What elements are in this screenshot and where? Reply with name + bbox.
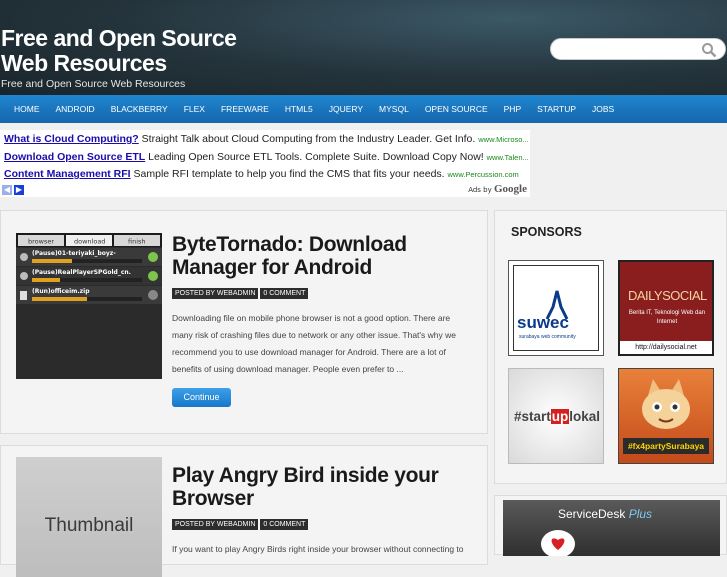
sponsor-fx4party[interactable]: #fx4partySurabaya bbox=[618, 368, 714, 464]
ad-title-link[interactable]: Download Open Source ETL bbox=[4, 151, 145, 163]
servicedesk-plus: Plus bbox=[628, 507, 653, 521]
sponsor-suwec[interactable]: suwec surabaya web community bbox=[508, 260, 604, 356]
thumb-tab: download bbox=[74, 238, 105, 246]
post-comments[interactable]: 0 COMMENT bbox=[260, 288, 309, 299]
nav-item-flex[interactable]: FLEX bbox=[176, 95, 213, 123]
post-excerpt: Downloading file on mobile phone browser… bbox=[172, 313, 456, 374]
startuplokal-part: lokal bbox=[569, 409, 601, 424]
search-input[interactable] bbox=[559, 41, 703, 59]
ad-text: Leading Open Source ETL Tools. Complete … bbox=[148, 151, 484, 163]
ad-next-arrow-icon[interactable]: ▶ bbox=[14, 185, 24, 195]
sidebar: SPONSORS suwec surabaya web community DA… bbox=[494, 210, 727, 556]
servicedesk-widget: ServiceDesk Plus bbox=[494, 495, 727, 556]
sponsors-widget: SPONSORS suwec surabaya web community DA… bbox=[494, 210, 727, 484]
ad-row: Download Open Source ETL Leading Open So… bbox=[4, 151, 529, 163]
post-card: browser download finish (Pause)01-teriya… bbox=[0, 210, 488, 434]
ad-row: What is Cloud Computing? Straight Talk a… bbox=[4, 133, 529, 145]
app-screenshot: browser download finish (Pause)01-teriya… bbox=[16, 233, 162, 379]
ad-pager: ◀ ▶ bbox=[2, 185, 24, 195]
post-thumbnail[interactable]: browser download finish (Pause)01-teriya… bbox=[16, 233, 162, 379]
ad-text: Sample RFI template to help you find the… bbox=[133, 168, 445, 180]
thumb-item: (Pause)RealPlayerSPGold_cn. bbox=[32, 269, 131, 276]
dailysocial-name: DAILYSOCIAL bbox=[628, 288, 707, 303]
sponsor-startuplokal[interactable]: #startuplokal bbox=[508, 368, 604, 464]
ad-block: What is Cloud Computing? Straight Talk a… bbox=[0, 130, 530, 197]
site-tagline: Free and Open Source Web Resources bbox=[1, 78, 186, 90]
nav-item-php[interactable]: PHP bbox=[496, 95, 529, 123]
nav-item-android[interactable]: ANDROID bbox=[48, 95, 103, 123]
dailysocial-sub: Berita IT, Teknologi Web dan Internet bbox=[628, 310, 706, 325]
post-meta: POSTED BY WEBADMIN 0 COMMENT bbox=[172, 519, 309, 530]
nav-item-blackberry[interactable]: BLACKBERRY bbox=[103, 95, 176, 123]
post-thumbnail[interactable]: Thumbnail bbox=[16, 457, 162, 577]
suwec-logo bbox=[545, 290, 569, 320]
post-author[interactable]: POSTED BY WEBADMIN bbox=[172, 519, 259, 530]
ad-url[interactable]: www.Microso... bbox=[478, 135, 528, 144]
ad-text: Straight Talk about Cloud Computing from… bbox=[141, 133, 476, 145]
sponsor-dailysocial[interactable]: DAILYSOCIAL Berita IT, Teknologi Web dan… bbox=[618, 260, 714, 356]
suwec-name: suwec bbox=[517, 313, 569, 332]
nav-item-freeware[interactable]: FREEWARE bbox=[213, 95, 277, 123]
thumb-item: (Run)officeim.zip bbox=[32, 288, 90, 295]
ad-row: Content Management RFI Sample RFI templa… bbox=[4, 168, 519, 180]
post-comments[interactable]: 0 COMMENT bbox=[260, 519, 309, 530]
nav-item-home[interactable]: HOME bbox=[6, 95, 48, 123]
nav-item-open-source[interactable]: OPEN SOURCE bbox=[417, 95, 496, 123]
nav-item-mysql[interactable]: MYSQL bbox=[371, 95, 417, 123]
startuplokal-logo: #startuplokal bbox=[514, 409, 600, 424]
site-title[interactable]: Free and Open Source Web Resources bbox=[1, 26, 261, 76]
ad-title-link[interactable]: Content Management RFI bbox=[4, 168, 131, 180]
ad-url[interactable]: www.Talen... bbox=[487, 153, 529, 162]
sponsors-title: SPONSORS bbox=[511, 225, 582, 239]
ad-prev-arrow-icon[interactable]: ◀ bbox=[2, 185, 12, 195]
servicedesk-name: ServiceDesk bbox=[558, 507, 626, 521]
post-title[interactable]: ByteTornado: Download Manager for Androi… bbox=[172, 233, 472, 279]
fx4party-label: #fx4partySurabaya bbox=[623, 438, 709, 454]
dailysocial-url: http://dailysocial.net bbox=[620, 341, 712, 354]
post-author[interactable]: POSTED BY WEBADMIN bbox=[172, 288, 259, 299]
startuplokal-part: #start bbox=[514, 409, 551, 424]
post-title[interactable]: Play Angry Bird inside your Browser bbox=[172, 464, 472, 510]
nav-item-jquery[interactable]: JQUERY bbox=[321, 95, 371, 123]
suwec-sub: surabaya web community bbox=[519, 334, 576, 340]
post-meta: POSTED BY WEBADMIN 0 COMMENT bbox=[172, 288, 309, 299]
nav-item-jobs[interactable]: JOBS bbox=[584, 95, 622, 123]
nav-item-html5[interactable]: HTML5 bbox=[277, 95, 321, 123]
post-card: Thumbnail Play Angry Bird inside your Br… bbox=[0, 445, 488, 577]
heart-icon bbox=[541, 530, 575, 556]
post-excerpt: If you want to play Angry Birds right in… bbox=[172, 544, 464, 554]
ads-by-google[interactable]: Ads by Google bbox=[468, 183, 527, 195]
thumb-tab: finish bbox=[128, 238, 146, 246]
thumb-tab: browser bbox=[28, 238, 54, 246]
servicedesk-label: ServiceDesk Plus bbox=[558, 507, 652, 521]
site-header: Free and Open Source Web Resources Free … bbox=[0, 0, 727, 95]
servicedesk-banner[interactable]: ServiceDesk Plus bbox=[503, 500, 720, 556]
main-nav: HOME ANDROID BLACKBERRY FLEX FREEWARE HT… bbox=[0, 95, 727, 123]
thumb-item: (Pause)01-teriyaki_boyz- bbox=[32, 250, 116, 257]
google-logo: Google bbox=[494, 183, 527, 195]
search-icon[interactable] bbox=[701, 42, 717, 58]
thumbnail-placeholder-label: Thumbnail bbox=[44, 515, 134, 536]
search-box[interactable] bbox=[550, 38, 726, 60]
ads-by-label: Ads by bbox=[468, 186, 492, 194]
continue-button[interactable]: Continue bbox=[172, 388, 231, 407]
ad-url[interactable]: www.Percussion.com bbox=[448, 170, 519, 179]
nav-item-startup[interactable]: STARTUP bbox=[529, 95, 584, 123]
startuplokal-part: up bbox=[550, 409, 570, 424]
ad-title-link[interactable]: What is Cloud Computing? bbox=[4, 133, 139, 145]
post-list: browser download finish (Pause)01-teriya… bbox=[0, 210, 488, 577]
